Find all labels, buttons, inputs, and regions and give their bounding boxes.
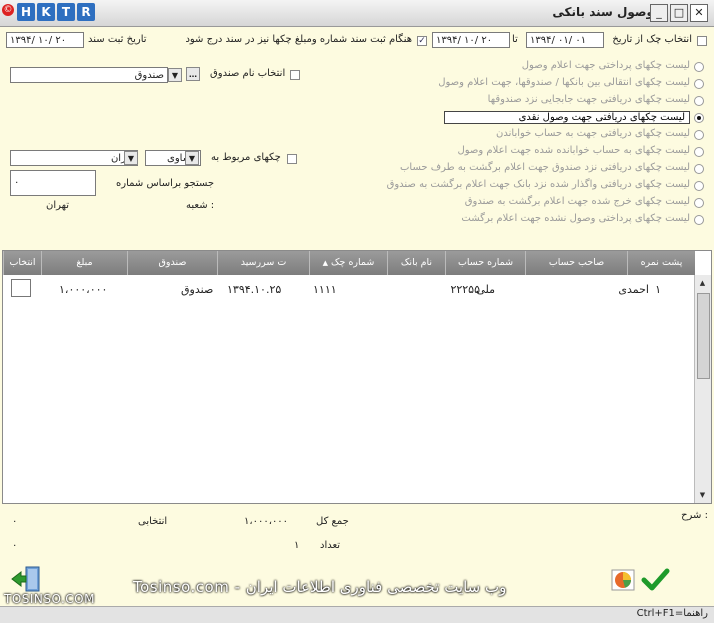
cell-check-no: ۱۱۱۱: [313, 283, 337, 296]
option-radio[interactable]: [694, 164, 704, 174]
related-label: چکهای مربوط به: [211, 152, 281, 163]
watermark-corner: TOSINSO.COM: [4, 592, 95, 606]
logo-letter: R: [77, 3, 95, 21]
fund-dropdown-icon[interactable]: ▼: [168, 68, 182, 82]
cell-account: ۲۲۲۵۵: [450, 283, 480, 296]
col-check-no-label: شماره چک: [331, 257, 375, 268]
row-select-checkbox[interactable]: [11, 279, 31, 297]
record-date-label: تاریخ ثبت سند: [88, 34, 147, 45]
description-label: شرح :: [681, 510, 708, 521]
option-radio[interactable]: [694, 181, 704, 191]
branch-value: تهران: [46, 200, 70, 211]
cell-due-date: ۱۳۹۴.۱۰.۲۵: [227, 283, 282, 296]
search-input[interactable]: ۰: [10, 170, 96, 196]
branch-label: شعبه :: [186, 200, 215, 211]
option-label[interactable]: لیست چکهای دریافتی جهت وصول نقدی: [444, 111, 690, 124]
count-selected-value: ۰: [12, 540, 18, 551]
cell-row-no: ۱: [655, 283, 661, 296]
option-radio[interactable]: [694, 79, 704, 89]
scroll-up-icon[interactable]: ▲: [697, 277, 708, 289]
exit-door-icon[interactable]: [10, 564, 42, 594]
fund-value: صندوق: [134, 70, 164, 81]
close-button[interactable]: ✕: [690, 4, 708, 22]
from-date-label: انتخاب چک از تاریخ: [612, 34, 692, 45]
to-label: تا: [512, 34, 518, 45]
grid-scrollbar[interactable]: ▲ ▼: [694, 275, 711, 503]
record-option-checkbox[interactable]: ✓: [417, 36, 427, 46]
fund-browse-button[interactable]: …: [186, 67, 200, 81]
checks-grid: پشت نمره صاحب حساب شماره حساب نام بانک ▲…: [2, 250, 712, 504]
col-check-no[interactable]: ▲ شماره چک: [309, 251, 387, 275]
cell-amount: ۱،۰۰۰،۰۰۰: [59, 283, 108, 296]
option-label[interactable]: لیست چکهای دریافتی جهت جابجایی نزد صندوق…: [488, 94, 690, 105]
scroll-thumb[interactable]: [697, 293, 710, 379]
selected-value: ۰: [12, 516, 18, 527]
status-bar: [0, 606, 714, 623]
scroll-down-icon[interactable]: ▼: [697, 489, 708, 501]
option-label[interactable]: لیست چکهای دریافتی جهت به حساب خواباندن: [496, 128, 690, 139]
check-icon[interactable]: [640, 566, 670, 594]
record-date-field[interactable]: ۱۳۹۴/ ۱۰/ ۲۰: [6, 32, 84, 48]
count-value: ۱: [294, 540, 300, 551]
from-date-checkbox[interactable]: [697, 36, 707, 46]
city-select[interactable]: تهران: [10, 150, 138, 166]
logo-letter: T: [57, 3, 75, 21]
fund-select[interactable]: صندوق: [10, 67, 168, 83]
operator-dropdown-icon[interactable]: ▼: [185, 151, 199, 165]
count-label: تعداد: [320, 540, 341, 551]
option-label[interactable]: لیست چکهای انتقالی بین بانکها / صندوقها،…: [438, 77, 690, 88]
col-fund[interactable]: صندوق: [127, 251, 217, 275]
logo-letter: K: [37, 3, 55, 21]
app-logo-icon: ©: [2, 4, 14, 16]
chart-icon[interactable]: [608, 564, 640, 594]
col-select[interactable]: انتخاب: [3, 251, 41, 275]
option-radio[interactable]: [694, 215, 704, 225]
col-amount[interactable]: مبلغ: [41, 251, 127, 275]
option-radio[interactable]: [694, 113, 704, 123]
option-label[interactable]: لیست چکهای پرداختی وصول نشده جهت اعلام ب…: [461, 213, 690, 224]
cell-owner: احمدی: [618, 283, 649, 296]
option-radio[interactable]: [694, 147, 704, 157]
search-label: جستجو براساس شماره: [116, 178, 215, 189]
fund-checkbox[interactable]: [290, 70, 300, 80]
option-radio[interactable]: [694, 96, 704, 106]
to-date-field[interactable]: ۱۳۹۴/ ۱۰/ ۲۰: [432, 32, 510, 48]
maximize-button[interactable]: □: [670, 4, 688, 22]
col-owner[interactable]: صاحب حساب: [525, 251, 627, 275]
help-shortcut: Ctrl+F1=راهنما: [636, 608, 708, 619]
logo-letter: H: [17, 3, 35, 21]
col-bank[interactable]: نام بانک: [387, 251, 445, 275]
option-radio[interactable]: [694, 130, 704, 140]
fund-label: انتخاب نام صندوق: [210, 68, 286, 79]
window-title: وصول سند بانکی: [552, 5, 654, 19]
option-label[interactable]: لیست چکهای به حساب خوابانده شده جهت اعلا…: [458, 145, 691, 156]
selected-label: انتخابی: [138, 516, 168, 527]
option-label[interactable]: لیست چکهای دریافتی نزد صندوق جهت اعلام ب…: [400, 162, 690, 173]
col-account[interactable]: شماره حساب: [445, 251, 525, 275]
city-dropdown-icon[interactable]: ▼: [124, 151, 138, 165]
record-option-label: هنگام ثبت سند شماره ومبلغ چکها نیز در سن…: [185, 34, 412, 45]
related-checkbox[interactable]: [287, 154, 297, 164]
col-row-no[interactable]: پشت نمره: [627, 251, 695, 275]
watermark-text: Tosinso.com - وب سایت تخصصی فناوری اطلاع…: [133, 578, 507, 596]
option-radio[interactable]: [694, 62, 704, 72]
option-radio[interactable]: [694, 198, 704, 208]
option-label[interactable]: لیست چکهای خرج شده جهت اعلام برگشت به صن…: [465, 196, 690, 207]
minimize-button[interactable]: _: [650, 4, 668, 22]
total-value: ۱،۰۰۰،۰۰۰: [244, 516, 289, 527]
option-label[interactable]: لیست چکهای پرداختی جهت اعلام وصول: [522, 60, 690, 71]
option-label[interactable]: لیست چکهای دریافتی واگذار شده نزد بانک ج…: [387, 179, 690, 190]
title-bar: © H K T R وصول سند بانکی _ □ ✕: [0, 0, 714, 27]
from-date-field[interactable]: ۱۳۹۴/ ۰۱/ ۰۱: [526, 32, 604, 48]
total-label: جمع کل: [316, 516, 349, 527]
col-due-date[interactable]: ت سررسید: [217, 251, 309, 275]
sort-asc-icon: ▲: [322, 259, 329, 267]
cell-fund: صندوق: [181, 283, 214, 296]
